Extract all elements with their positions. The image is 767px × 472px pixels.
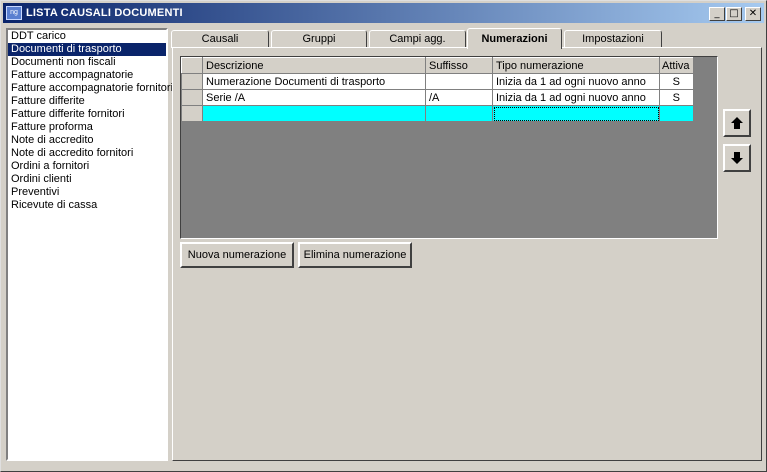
grid-header-indicator [181, 57, 203, 74]
list-item[interactable]: Preventivi [8, 186, 166, 199]
new-record-row[interactable] [181, 105, 694, 122]
window-title: LISTA CAUSALI DOCUMENTI [26, 7, 183, 19]
list-item[interactable]: Fatture differite [8, 95, 166, 108]
tab-campi-agg[interactable]: Campi agg. [369, 30, 466, 48]
list-item[interactable]: Ordini clienti [8, 173, 166, 186]
numerazioni-grid[interactable]: Descrizione Suffisso Tipo numerazione At… [180, 56, 718, 239]
list-item[interactable]: DDT carico [8, 30, 166, 43]
tab-causali[interactable]: Causali [171, 30, 269, 48]
cell-descrizione[interactable]: Numerazione Documenti di trasporto [202, 73, 426, 90]
row-indicator[interactable] [181, 73, 203, 90]
nuova-numerazione-button[interactable]: Nuova numerazione [180, 242, 294, 268]
arrow-down-icon [731, 152, 743, 164]
tab-impostazioni[interactable]: Impostazioni [564, 30, 662, 48]
table-row[interactable]: Numerazione Documenti di trasporto Inizi… [181, 73, 694, 90]
column-header-attiva[interactable]: Attiva [659, 57, 694, 74]
move-down-button[interactable] [723, 144, 751, 172]
list-item[interactable]: Fatture proforma [8, 121, 166, 134]
cell-attiva[interactable]: S [659, 73, 694, 90]
list-item[interactable]: Ricevute di cassa [8, 199, 166, 212]
maximize-button[interactable]: □ [726, 7, 742, 21]
tab-numerazioni[interactable]: Numerazioni [467, 28, 562, 49]
cell-descrizione[interactable]: Serie /A [202, 89, 426, 106]
cell-tipo-numerazione[interactable]: Inizia da 1 ad ogni nuovo anno [492, 89, 660, 106]
app-icon: ng [6, 6, 22, 20]
cell-attiva[interactable] [659, 105, 694, 122]
cell-tipo-numerazione[interactable]: Inizia da 1 ad ogni nuovo anno [492, 73, 660, 90]
column-header-tipo-numerazione[interactable]: Tipo numerazione [492, 57, 660, 74]
list-item[interactable]: Fatture accompagnatorie fornitori [8, 82, 173, 95]
row-indicator[interactable] [181, 105, 203, 122]
cell-suffisso[interactable] [425, 73, 493, 90]
cell-attiva[interactable]: S [659, 89, 694, 106]
minimize-button[interactable]: _ [709, 7, 725, 21]
main-window: ng LISTA CAUSALI DOCUMENTI _ □ ✕ DDT car… [0, 0, 767, 472]
list-item[interactable]: Fatture differite fornitori [8, 108, 166, 121]
list-item[interactable]: Ordini a fornitori [8, 160, 166, 173]
grid-header-row: Descrizione Suffisso Tipo numerazione At… [181, 57, 694, 74]
list-item[interactable]: Note di accredito [8, 134, 166, 147]
list-item[interactable]: Documenti di trasporto [8, 43, 166, 56]
cell-tipo-numerazione[interactable] [492, 105, 660, 122]
list-item[interactable]: Documenti non fiscali [8, 56, 166, 69]
cell-descrizione[interactable] [202, 105, 426, 122]
table-row[interactable]: Serie /A /A Inizia da 1 ad ogni nuovo an… [181, 89, 694, 106]
column-header-suffisso[interactable]: Suffisso [425, 57, 493, 74]
tab-gruppi[interactable]: Gruppi [271, 30, 367, 48]
list-item[interactable]: Fatture accompagnatorie [8, 69, 166, 82]
column-header-descrizione[interactable]: Descrizione [202, 57, 426, 74]
list-item[interactable]: Note di accredito fornitori [8, 147, 166, 160]
title-bar[interactable]: ng LISTA CAUSALI DOCUMENTI _ □ ✕ [3, 3, 764, 23]
causali-listbox[interactable]: DDT carico Documenti di trasporto Document… [6, 28, 173, 461]
close-button[interactable]: ✕ [745, 7, 761, 21]
cell-suffisso[interactable]: /A [425, 89, 493, 106]
cell-suffisso[interactable] [425, 105, 493, 122]
arrow-up-icon [731, 117, 743, 129]
elimina-numerazione-button[interactable]: Elimina numerazione [298, 242, 412, 268]
move-up-button[interactable] [723, 109, 751, 137]
row-indicator[interactable] [181, 89, 203, 106]
